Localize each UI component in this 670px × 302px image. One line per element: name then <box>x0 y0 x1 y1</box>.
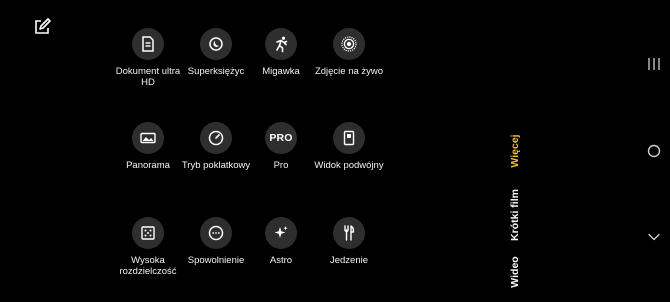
fork-knife-icon <box>344 225 355 241</box>
tab-krotki-film[interactable]: Krótki film <box>509 189 521 241</box>
edit-button[interactable] <box>33 18 51 36</box>
recent-apps-button[interactable] <box>645 55 663 73</box>
mode-label: Panorama <box>126 160 170 171</box>
moon-icon <box>209 37 223 51</box>
back-icon <box>648 233 660 241</box>
panorama-icon <box>140 132 156 144</box>
edit-icon <box>35 18 51 34</box>
dual-view-icon <box>343 130 355 146</box>
mode-label: Migawka <box>262 66 300 77</box>
back-button[interactable] <box>645 228 663 246</box>
pro-icon: PRO <box>269 132 293 144</box>
tab-wideo[interactable]: Wideo <box>509 256 521 287</box>
home-button[interactable] <box>645 142 663 160</box>
mode-label: Jedzenie <box>329 255 369 266</box>
tab-wiecej[interactable]: Więcej <box>509 134 521 167</box>
mode-label: Zdjęcie na żywo <box>314 66 384 77</box>
high-resolution-icon <box>141 226 155 240</box>
recent-apps-icon <box>648 58 660 70</box>
mode-jedzenie[interactable]: Jedzenie <box>309 217 389 266</box>
mode-label: Astro <box>269 255 293 266</box>
mode-grid: Dokument ultra HD Superksiężyc Migawka Z… <box>108 28 388 288</box>
document-icon <box>142 36 154 52</box>
mode-zdjecie-na-zywo[interactable]: Zdjęcie na żywo <box>309 28 389 77</box>
mode-widok-podwojny[interactable]: Widok podwójny <box>309 122 389 171</box>
mode-label: Widok podwójny <box>314 160 384 171</box>
live-photo-icon <box>341 36 357 52</box>
home-icon <box>647 144 661 158</box>
mode-tabs: Więcej Krótki film Wideo <box>500 0 530 302</box>
mode-label: Tryb poklatkowy <box>181 160 251 171</box>
mode-label: Dokument ultra HD <box>115 66 181 88</box>
mode-label: Wysoka rozdzielczość <box>119 255 177 277</box>
running-person-icon <box>276 36 288 53</box>
timelapse-icon <box>208 130 224 146</box>
mode-label: Spowolnienie <box>187 255 245 266</box>
slow-motion-icon <box>208 225 224 241</box>
mode-label: Superksiężyc <box>187 66 245 77</box>
sparkle-icon <box>274 226 288 238</box>
mode-label: Pro <box>273 160 289 171</box>
